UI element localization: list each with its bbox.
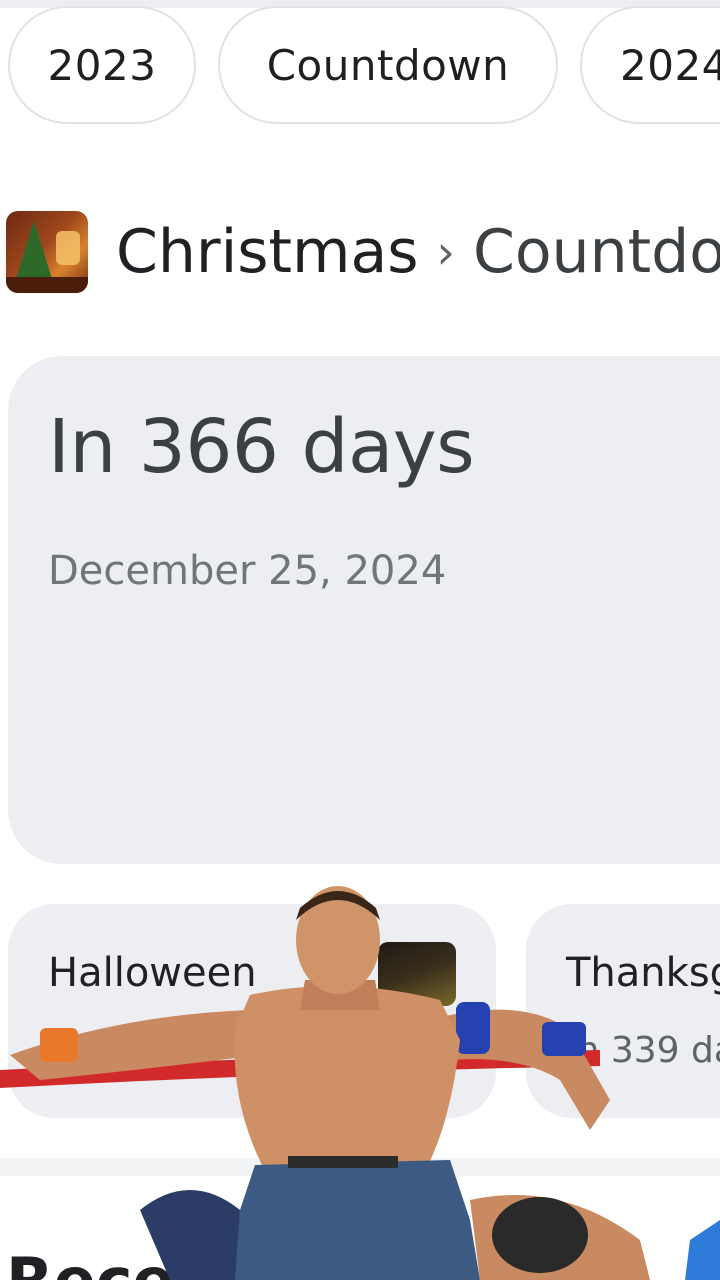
fireplace-glow (56, 231, 80, 265)
related-card-thanksgiving[interactable]: Thanksgiving In 339 days (526, 904, 720, 1118)
related-info: In 339 days (566, 1030, 720, 1071)
tree-icon (16, 221, 52, 279)
right-leg (470, 1195, 650, 1280)
breadcrumb[interactable]: Christmas › Countdown (6, 210, 720, 294)
shoe (685, 1220, 720, 1280)
section-divider (0, 1158, 720, 1176)
related-title: Thanksgiving (566, 950, 720, 996)
christmas-thumbnail (6, 211, 88, 293)
shorts (230, 1160, 480, 1280)
countdown-date: December 25, 2024 (48, 548, 447, 594)
countdown-card: In 366 days December 25, 2024 (8, 356, 720, 864)
related-title: Halloween (48, 950, 257, 996)
page: 2023 Countdown 2024 Christmas › Countdow… (0, 0, 720, 1280)
halloween-thumbnail (378, 942, 456, 1006)
chip-2024[interactable]: 2024 (580, 6, 720, 124)
chevron-right-icon: › (436, 225, 455, 279)
chip-2023[interactable]: 2023 (8, 6, 196, 124)
breadcrumb-sub[interactable]: Countdown (473, 217, 720, 287)
section-heading: Recent (6, 1244, 248, 1280)
breadcrumb-title[interactable]: Christmas (116, 217, 419, 287)
filter-chips: 2023 Countdown 2024 (8, 6, 720, 126)
countdown-headline: In 366 days (48, 404, 475, 490)
related-card-halloween[interactable]: Halloween (8, 904, 496, 1118)
knee-pad (492, 1197, 588, 1273)
chip-countdown[interactable]: Countdown (218, 6, 558, 124)
